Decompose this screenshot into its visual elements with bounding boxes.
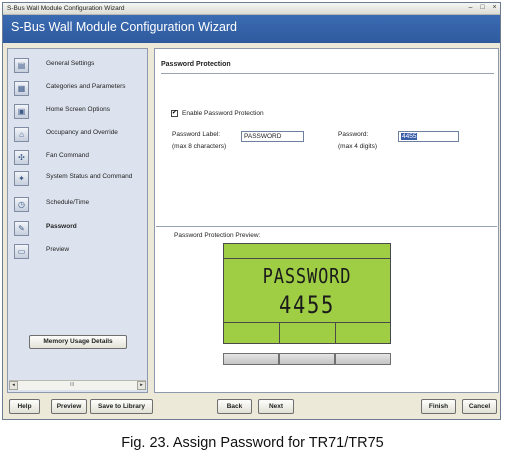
title-bar: S-Bus Wall Module Configuration Wizard –… <box>3 3 500 15</box>
cancel-button[interactable]: Cancel <box>462 399 497 414</box>
sidebar-item-label: Occupancy and Override <box>46 129 118 136</box>
memory-usage-details-button[interactable]: Memory Usage Details <box>29 335 127 349</box>
save-to-library-button[interactable]: Save to Library <box>90 399 153 414</box>
enable-password-label: Enable Password Protection <box>182 110 264 117</box>
sidebar-item-system-status[interactable]: ✦ System Status and Command <box>14 171 144 191</box>
preview-caption: Password Protection Preview: <box>174 232 261 239</box>
softkey-right <box>335 353 391 365</box>
softkey-left <box>223 353 279 365</box>
sidebar-item-general-settings[interactable]: ▤ General Settings <box>14 58 144 78</box>
softkey-middle <box>279 353 335 365</box>
enable-password-checkbox[interactable]: ✔ <box>171 110 178 117</box>
sidebar-item-label: Categories and Parameters <box>46 83 126 90</box>
sidebar-item-fan-command[interactable]: ✣ Fan Command <box>14 150 144 170</box>
sidebar-item-label: System Status and Command <box>46 173 133 180</box>
main-panel: Password Protection ✔ Enable Password Pr… <box>154 48 499 393</box>
fan-icon: ✣ <box>14 150 29 165</box>
password-value-selected: 4455 <box>401 133 418 140</box>
close-button[interactable]: × <box>489 4 500 12</box>
section-divider <box>161 73 494 74</box>
help-button[interactable]: Help <box>9 399 40 414</box>
sidebar-item-password[interactable]: ✎ Password <box>14 221 144 241</box>
lcd-preview: PASSWORD 4455 <box>223 243 391 344</box>
sidebar-item-label: Schedule/Time <box>46 199 90 206</box>
scroll-grip[interactable]: III <box>70 382 74 388</box>
figure-caption: Fig. 23. Assign Password for TR71/TR75 <box>121 435 384 451</box>
wizard-window: S-Bus Wall Module Configuration Wizard –… <box>2 2 501 420</box>
minimize-button[interactable]: – <box>465 4 476 12</box>
lcd-softkey-labels <box>224 322 390 344</box>
sidebar: ▤ General Settings ▦ Categories and Para… <box>7 48 148 393</box>
house-icon: ⌂ <box>14 127 29 142</box>
password-label-caption: Password Label: <box>172 131 221 138</box>
finish-button[interactable]: Finish <box>421 399 456 414</box>
maximize-button[interactable]: □ <box>477 4 488 12</box>
wizard-header: S-Bus Wall Module Configuration Wizard <box>3 15 500 43</box>
password-label-hint: (max 8 characters) <box>172 143 227 150</box>
scroll-right-arrow-icon[interactable]: ▸ <box>137 381 146 390</box>
sidebar-item-occupancy[interactable]: ⌂ Occupancy and Override <box>14 127 144 147</box>
lcd-divider <box>279 323 280 344</box>
schedule-icon: ◷ <box>14 197 29 212</box>
sidebar-item-preview[interactable]: ▭ Preview <box>14 244 144 264</box>
system-status-icon: ✦ <box>14 171 29 186</box>
home-screen-icon: ▣ <box>14 104 29 119</box>
categories-icon: ▦ <box>14 81 29 96</box>
back-button[interactable]: Back <box>217 399 252 414</box>
password-caption: Password: <box>338 131 369 138</box>
sidebar-item-schedule[interactable]: ◷ Schedule/Time <box>14 197 144 217</box>
scroll-left-arrow-icon[interactable]: ◂ <box>9 381 18 390</box>
next-button[interactable]: Next <box>258 399 294 414</box>
preview-button[interactable]: Preview <box>51 399 87 414</box>
settings-icon: ▤ <box>14 58 29 73</box>
sidebar-horizontal-scrollbar[interactable]: ◂ III ▸ <box>9 380 146 390</box>
wizard-heading: S-Bus Wall Module Configuration Wizard <box>11 20 238 34</box>
preview-divider <box>156 226 497 227</box>
lcd-line-1: PASSWORD <box>262 264 352 288</box>
section-title: Password Protection <box>161 61 231 68</box>
sidebar-item-label: General Settings <box>46 60 95 67</box>
lcd-line-2: 4455 <box>279 291 335 319</box>
sidebar-item-label: Fan Command <box>46 152 89 159</box>
sidebar-item-label: Password <box>46 223 77 230</box>
preview-icon: ▭ <box>14 244 29 259</box>
sidebar-item-home-screen[interactable]: ▣ Home Screen Options <box>14 104 144 124</box>
sidebar-item-label: Home Screen Options <box>46 106 110 113</box>
lcd-divider <box>335 323 336 344</box>
lcd-top-bar <box>224 244 390 259</box>
password-hint: (max 4 digits) <box>338 143 378 150</box>
sidebar-item-categories[interactable]: ▦ Categories and Parameters <box>14 81 144 101</box>
window-title: S-Bus Wall Module Configuration Wizard <box>7 5 125 12</box>
password-label-field[interactable]: PASSWORD <box>241 131 304 142</box>
password-field[interactable]: 4455 <box>398 131 459 142</box>
password-icon: ✎ <box>14 221 29 236</box>
sidebar-item-label: Preview <box>46 246 70 253</box>
